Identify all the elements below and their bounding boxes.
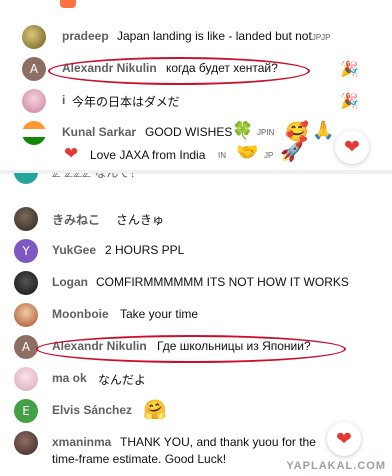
author-name[interactable]: Moonboie bbox=[52, 307, 109, 321]
avatar[interactable] bbox=[14, 431, 38, 455]
author-name[interactable]: pradeep bbox=[62, 29, 109, 43]
emoji-fragment-top bbox=[60, 0, 76, 8]
author-name[interactable]: i bbox=[62, 93, 65, 107]
avatar[interactable] bbox=[22, 25, 46, 49]
message-text: COMFIRMMMMMM ITS NOT HOW IT WORKS bbox=[96, 275, 349, 289]
chat-message: ma ok なんだよ bbox=[0, 364, 392, 394]
highlight-oval bbox=[36, 335, 346, 363]
hugging-face-icon: 🤗 bbox=[143, 399, 167, 421]
author-name[interactable]: ma ok bbox=[52, 371, 87, 385]
message-text-line2: Love JAXA from India bbox=[90, 148, 206, 162]
avatar[interactable] bbox=[14, 271, 38, 295]
flag-badge: JPJP bbox=[311, 33, 331, 42]
flag-badge: IN bbox=[218, 151, 226, 160]
flag-badge: JPIN bbox=[257, 128, 275, 137]
message-text: GOOD WISHES bbox=[145, 125, 233, 139]
chat-message: Moonboie Take your time bbox=[0, 300, 392, 330]
chat-message: pradeep Japan landing is like - landed b… bbox=[0, 22, 392, 52]
avatar[interactable] bbox=[22, 89, 46, 113]
avatar[interactable]: A bbox=[14, 335, 38, 359]
author-name[interactable]: Elvis Sánchez bbox=[52, 403, 132, 417]
chat-message: Kunal Sarkar GOOD WISHES 🍀 JPIN 🥰 🙏 ❤ Lo… bbox=[0, 118, 392, 170]
message-text: ℤ ℤℤℤ なんで？ bbox=[52, 173, 142, 180]
rocket-icon: 🚀 bbox=[280, 141, 304, 163]
chat-message: Y YukGee 2 HOURS PPL bbox=[0, 236, 392, 266]
party-popper-icon: 🎉 bbox=[340, 60, 359, 78]
message-text: 今年の日本はダメだ bbox=[72, 95, 180, 109]
watermark: YAPLAKAL.COM bbox=[286, 460, 386, 472]
heart-reaction-button[interactable]: ❤ bbox=[327, 422, 361, 456]
message-text: なんだよ bbox=[98, 373, 147, 387]
author-name[interactable]: Logan bbox=[52, 275, 88, 289]
chat-panel-top: pradeep Japan landing is like - landed b… bbox=[0, 0, 392, 173]
message-text: Take your time bbox=[120, 307, 199, 321]
message-body: Japan landing is like - landed but not bbox=[117, 29, 312, 43]
chat-message-partial: ℤ ℤℤℤ なんで？ bbox=[0, 173, 392, 187]
highlight-oval bbox=[48, 57, 310, 85]
folded-hands-icon: 🙏 bbox=[312, 120, 335, 141]
message-text: さんきゅ bbox=[116, 213, 165, 227]
author-name[interactable]: YukGee bbox=[52, 243, 96, 257]
avatar[interactable] bbox=[22, 121, 46, 145]
message-text: Japan landing is like - landed but notJP… bbox=[117, 29, 330, 43]
chat-panel-bottom: ℤ ℤℤℤ なんで？ きみねこ さんきゅ Y YukGee 2 HOURS PP… bbox=[0, 173, 392, 476]
avatar[interactable]: A bbox=[22, 57, 46, 81]
message-text: 2 HOURS PPL bbox=[105, 243, 185, 257]
four-leaf-clover-icon: 🍀 bbox=[232, 121, 254, 141]
avatar[interactable] bbox=[14, 173, 38, 184]
message-text: THANK YOU, and thank yuou for the bbox=[120, 435, 316, 449]
avatar[interactable] bbox=[14, 303, 38, 327]
heart-icon: ❤ bbox=[344, 136, 360, 158]
chat-message: E Elvis Sánchez 🤗 bbox=[0, 396, 392, 426]
chat-message: きみねこ さんきゅ bbox=[0, 204, 392, 234]
chat-message: Logan COMFIRMMMMMM ITS NOT HOW IT WORKS bbox=[0, 268, 392, 298]
heart-icon: ❤ bbox=[336, 428, 352, 450]
author-name[interactable]: xmaninma bbox=[52, 435, 111, 449]
avatar[interactable] bbox=[14, 207, 38, 231]
avatar[interactable]: Y bbox=[14, 239, 38, 263]
party-popper-icon: 🎉 bbox=[340, 92, 359, 110]
chat-message: i 今年の日本はダメだ 🎉 bbox=[0, 86, 392, 116]
heart-reaction-button[interactable]: ❤ bbox=[335, 130, 369, 164]
author-name[interactable]: きみねこ bbox=[52, 211, 100, 228]
avatar[interactable] bbox=[14, 367, 38, 391]
handshake-icon: 🤝 bbox=[236, 142, 259, 163]
author-name[interactable]: Kunal Sarkar bbox=[62, 125, 136, 139]
heart-icon: ❤ bbox=[64, 144, 79, 164]
flag-badge: JP bbox=[264, 151, 274, 160]
message-text-line2: time-frame estimate. Good Luck! bbox=[52, 452, 227, 466]
avatar[interactable]: E bbox=[14, 399, 38, 423]
